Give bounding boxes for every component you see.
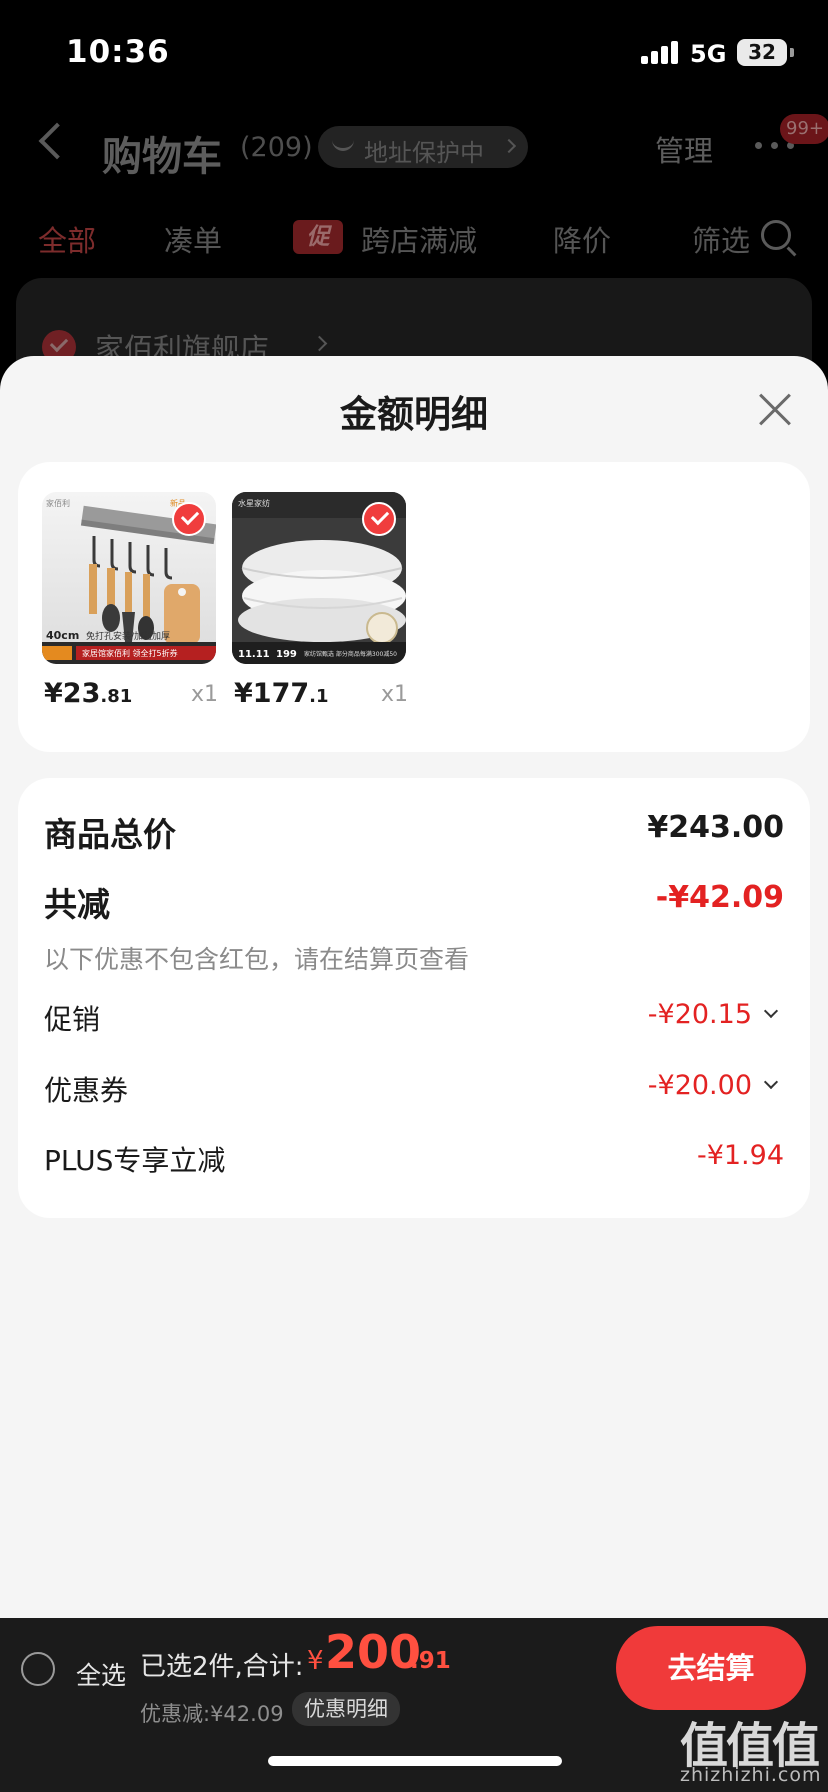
product-image-hook-rack: 40cm 免打孔安装/加粗加厚 家居馆家佰利 领全打5折券 家佰利 新品: [42, 492, 216, 664]
address-protect-pill[interactable]: 地址保护中: [318, 126, 528, 168]
tab-all[interactable]: 全部: [38, 218, 96, 260]
tab-filter[interactable]: 筛选: [692, 218, 750, 260]
select-all-label[interactable]: 全选: [76, 1656, 126, 1692]
svg-text:11.11: 11.11: [238, 649, 270, 660]
product-price-decimal: .81: [100, 686, 133, 707]
total-amount: 200: [325, 1625, 422, 1679]
promo-value: -¥20.15: [647, 999, 752, 1030]
close-icon[interactable]: [757, 392, 793, 428]
svg-text:家居馆家佰利 领全打5折券: 家居馆家佰利 领全打5折券: [82, 648, 178, 658]
total-price-value: ¥243.00: [647, 810, 784, 845]
battery-icon: 32: [737, 39, 794, 66]
coupon-label: 优惠券: [44, 1074, 129, 1107]
product-checkbox[interactable]: [362, 502, 396, 536]
product-price-row: ¥23.81 x1: [44, 678, 218, 712]
total-price-label: 商品总价: [44, 815, 176, 854]
product-price-row: ¥177.1 x1: [234, 678, 408, 712]
watermark-domain: zhizhizhi.com: [680, 1764, 822, 1786]
amount-summary-card: 商品总价 ¥243.00 共减 -¥42.09 以下优惠不包含红包，请在结算页查…: [18, 778, 810, 1218]
tab-combine[interactable]: 凑单: [164, 218, 222, 260]
svg-text:40cm: 40cm: [46, 629, 79, 642]
reduce-label: 共减: [44, 885, 110, 924]
product-price-decimal: .1: [309, 686, 329, 707]
cart-count: (209): [240, 132, 313, 163]
chevron-down-icon[interactable]: [763, 1074, 779, 1090]
total-amount-decimal: .91: [410, 1648, 451, 1674]
product-image-quilt: 水星家纺 11.11 199 家纺馆甄选 部分商品每满300减50: [232, 492, 406, 664]
manage-button[interactable]: 管理: [655, 128, 713, 170]
status-bar: 10:36 5G 32: [0, 0, 828, 100]
cart-title: 购物车: [102, 134, 222, 180]
product-price: ¥177: [234, 678, 310, 709]
sheet-title: 金额明细: [340, 393, 488, 436]
svg-text:免打孔安装/加粗加厚: 免打孔安装/加粗加厚: [86, 630, 170, 642]
svg-text:水星家纺: 水星家纺: [238, 498, 270, 508]
reduce-value: -¥42.09: [655, 880, 784, 915]
network-label: 5G: [690, 40, 727, 68]
products-card: 40cm 免打孔安装/加粗加厚 家居馆家佰利 领全打5折券 家佰利 新品 ¥23…: [18, 462, 810, 752]
promo-badge: 促: [293, 220, 343, 254]
product-checkbox[interactable]: [172, 502, 206, 536]
tab-cross-store[interactable]: 跨店满减: [361, 218, 477, 260]
watermark: 值值值 zhizhizhi.com: [670, 1706, 828, 1792]
svg-text:家佰利: 家佰利: [46, 498, 70, 508]
reduce-note: 以下优惠不包含红包，请在结算页查看: [44, 945, 470, 974]
signal-icon: [641, 40, 681, 64]
address-protect-label: 地址保护中: [364, 139, 484, 167]
coupon-value: -¥20.00: [647, 1070, 752, 1101]
back-icon[interactable]: [38, 122, 76, 160]
selected-count-label: 已选2件,合计:: [140, 1652, 304, 1682]
eye-closed-icon: [332, 140, 354, 151]
svg-text:家纺馆甄选 部分商品每满300减50: 家纺馆甄选 部分商品每满300减50: [304, 650, 397, 658]
svg-text:199: 199: [276, 649, 297, 660]
amount-detail-sheet: 金额明细 40cm 免打孔安装/加粗加厚 家居馆家佰利 领全打5折券 家佰利 新…: [0, 356, 828, 1618]
discount-detail-button[interactable]: 优惠明细: [292, 1692, 400, 1726]
search-icon[interactable]: [761, 220, 791, 250]
checkout-button[interactable]: 去结算: [616, 1626, 806, 1710]
product-quantity: x1: [380, 682, 408, 707]
home-indicator[interactable]: [268, 1756, 562, 1766]
plus-label: PLUS专享立减: [44, 1144, 226, 1177]
message-badge: 99+: [780, 114, 828, 144]
tab-price-drop[interactable]: 降价: [553, 218, 611, 260]
select-all-radio[interactable]: [21, 1652, 55, 1686]
total-currency: ¥: [307, 1646, 324, 1676]
chevron-right-icon: [501, 138, 517, 154]
product-quantity: x1: [190, 682, 218, 707]
status-time: 10:36: [66, 34, 170, 70]
promo-label: 促销: [44, 1003, 101, 1036]
more-icon[interactable]: [755, 142, 795, 150]
chevron-down-icon[interactable]: [763, 1003, 779, 1019]
discount-label: 优惠减:¥42.09: [140, 1702, 284, 1726]
plus-value: -¥1.94: [696, 1140, 784, 1171]
product-price: ¥23: [44, 678, 101, 709]
